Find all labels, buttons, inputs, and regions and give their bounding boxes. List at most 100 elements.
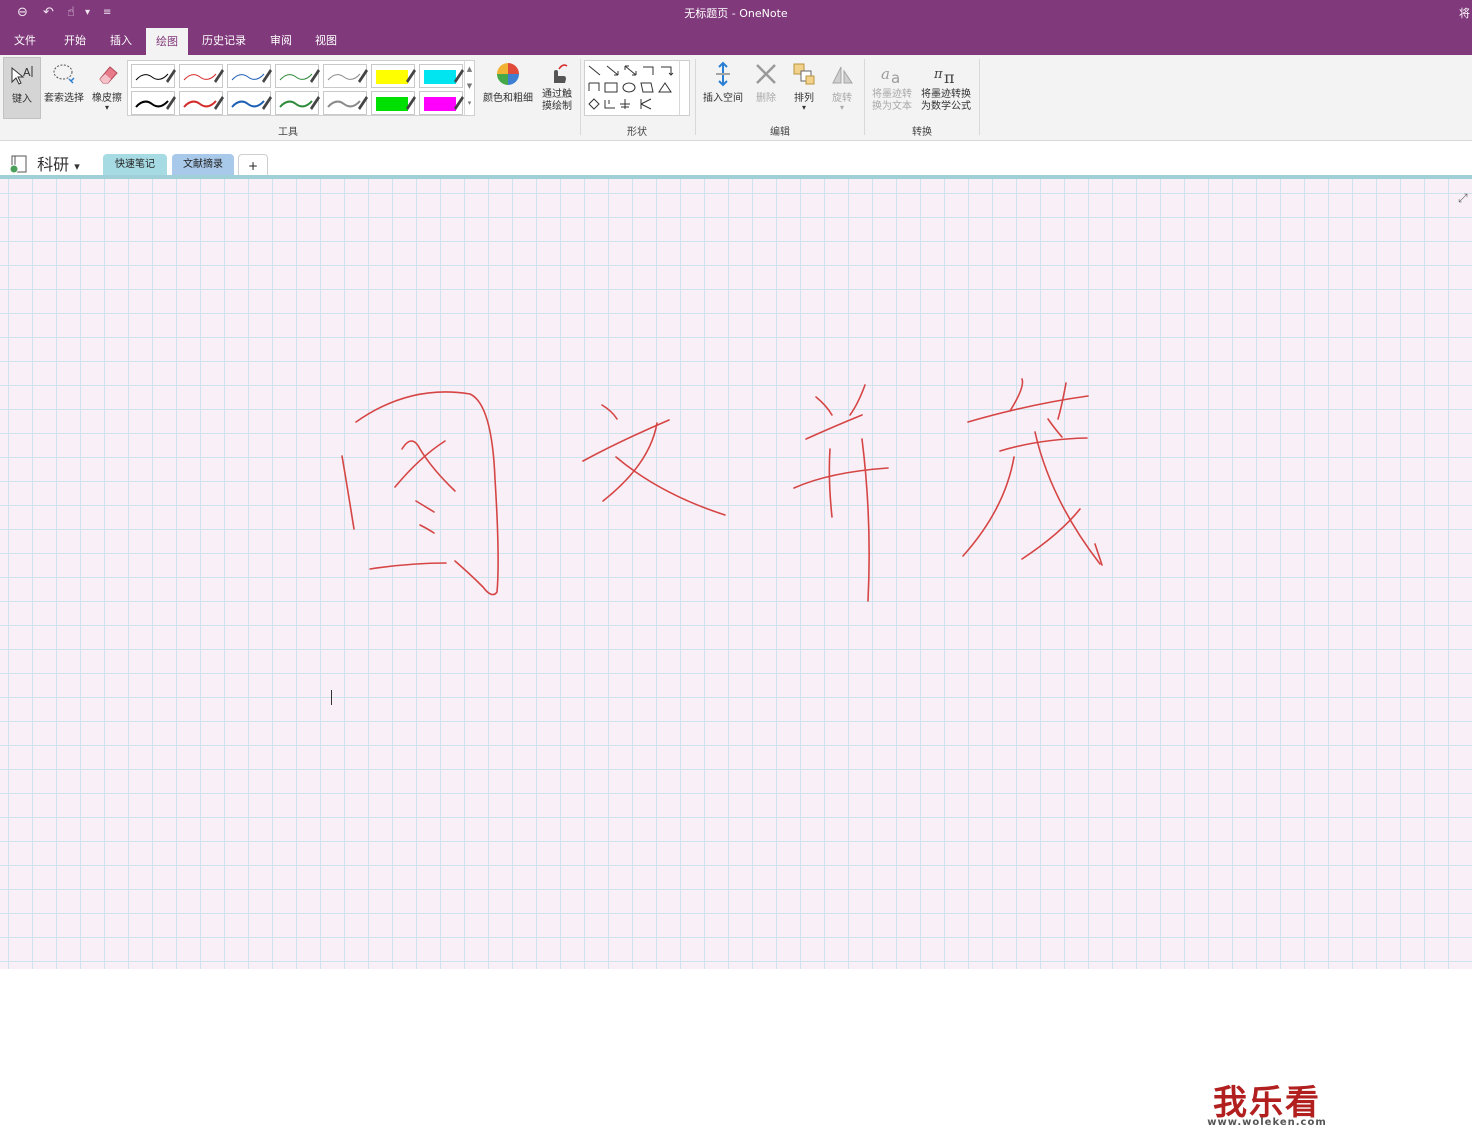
draw-with-touch-button[interactable]: 通过触 摸绘制 — [537, 57, 577, 119]
expand-page-icon[interactable]: ⤢ — [1458, 191, 1468, 206]
pen-gallery: ▲ ▼ ▾ — [127, 60, 475, 116]
ink-to-text-button[interactable]: a a 将墨迹转 换为文本 — [868, 57, 916, 119]
arrange-dropdown-icon[interactable]: ▾ — [786, 104, 822, 112]
notebook-icon — [9, 155, 27, 174]
eraser-icon — [99, 66, 118, 84]
delete-label: 删除 — [756, 93, 776, 104]
ribbon: A 键入 套索选择 橡皮擦 ▾ ▲ ▼ ▾ 颜色和粗细 通过触 摸绘制 工具 形… — [0, 55, 1472, 141]
ink-to-text-icon: a a — [881, 65, 900, 87]
ink-to-text-label-line2: 换为文本 — [872, 101, 912, 112]
insert-space-button[interactable]: 插入空间 — [699, 57, 747, 119]
arrange-button[interactable]: 排列 ▾ — [786, 57, 822, 119]
pen-stroke-icon — [135, 69, 176, 83]
window-title: 无标题页 - OneNote — [684, 7, 788, 20]
pen-stroke-icon — [231, 96, 272, 110]
pen-swatch[interactable] — [323, 64, 368, 88]
pen-stroke-icon — [376, 96, 416, 111]
pen-stroke-icon — [183, 69, 224, 83]
pen-swatch[interactable] — [227, 64, 272, 88]
delete-icon — [756, 64, 776, 84]
ink-to-math-label: 将墨迹转换 为数学公式 — [917, 89, 975, 113]
pen-swatch[interactable] — [419, 64, 464, 88]
pen-stroke-icon — [279, 96, 320, 110]
pen-swatch[interactable] — [179, 91, 224, 115]
notebook-bar: 科研 ▾ 快速笔记 文献摘录 + — [0, 142, 1472, 178]
color-thickness-button[interactable]: 颜色和粗细 — [479, 57, 537, 119]
pen-swatch[interactable] — [179, 64, 224, 88]
text-caret — [331, 690, 332, 705]
separator — [695, 59, 696, 135]
tab-file[interactable]: 文件 — [4, 28, 46, 55]
type-button[interactable]: A 键入 — [3, 57, 41, 119]
svg-text:a: a — [891, 69, 900, 87]
shapes-scroll[interactable] — [679, 61, 689, 115]
lasso-select-label: 套索选择 — [44, 93, 84, 104]
edit-group-label: 编辑 — [770, 127, 790, 138]
ink-to-math-button[interactable]: π π 将墨迹转换 为数学公式 — [917, 57, 975, 119]
insert-space-label: 插入空间 — [703, 93, 743, 104]
arrange-icon — [793, 63, 815, 85]
svg-text:π: π — [933, 67, 943, 82]
rotate-dropdown-icon[interactable]: ▾ — [825, 104, 859, 112]
pen-swatch[interactable] — [419, 91, 464, 115]
touch-draw-icon — [554, 64, 568, 83]
notebook-selector[interactable]: 科研 ▾ — [8, 151, 80, 175]
delete-button[interactable]: 删除 — [749, 57, 783, 119]
separator — [864, 59, 865, 135]
tab-history[interactable]: 历史记录 — [192, 28, 256, 55]
handwriting-ink[interactable] — [0, 179, 1472, 969]
draw-with-touch-label-line1: 通过触 — [542, 89, 572, 100]
pen-swatch[interactable] — [227, 91, 272, 115]
draw-with-touch-label-line2: 摸绘制 — [542, 101, 572, 112]
svg-text:π: π — [944, 68, 955, 87]
type-cursor-icon: A — [11, 66, 33, 85]
pen-stroke-icon — [135, 96, 176, 110]
pen-gallery-scroll[interactable]: ▲ ▼ ▾ — [464, 61, 474, 115]
eraser-dropdown-icon[interactable]: ▾ — [88, 104, 126, 112]
ink-to-text-label-line1: 将墨迹转 — [872, 89, 912, 100]
pen-swatch[interactable] — [275, 64, 320, 88]
insert-space-icon — [716, 61, 730, 87]
title-bar: ⊖ ↶ ☝ ▾ ≡ 无标题页 - OneNote 将 — [0, 0, 1472, 28]
shapes-group-label: 形状 — [627, 127, 647, 138]
ink-to-math-label-line1: 将墨迹转换 — [921, 89, 971, 100]
ink-to-math-icon: π π — [933, 67, 955, 87]
tools-group-label: 工具 — [278, 127, 298, 138]
eraser-button[interactable]: 橡皮擦 ▾ — [88, 57, 126, 119]
pen-stroke-icon — [424, 96, 464, 111]
notebook-name: 科研 — [37, 155, 70, 174]
lasso-select-button[interactable]: 套索选择 — [42, 57, 86, 119]
rotate-button[interactable]: 旋转 ▾ — [825, 57, 859, 119]
ink-to-math-label-line2: 为数学公式 — [921, 101, 971, 112]
user-name[interactable]: 将 — [1459, 5, 1470, 21]
tab-draw[interactable]: 绘图 — [146, 28, 188, 55]
notebook-dropdown-icon[interactable]: ▾ — [74, 160, 80, 173]
tab-review[interactable]: 审阅 — [260, 28, 302, 55]
separator — [979, 59, 980, 135]
pen-swatch[interactable] — [131, 64, 176, 88]
pen-swatch[interactable] — [323, 91, 368, 115]
color-wheel-icon — [497, 63, 519, 85]
pen-stroke-icon — [327, 69, 368, 83]
tab-home[interactable]: 开始 — [54, 28, 96, 55]
type-label: 键入 — [12, 94, 32, 105]
watermark: 我乐看 www.woleken.com — [1081, 1055, 1463, 1141]
pen-swatch[interactable] — [371, 64, 416, 88]
ribbon-tabs: 文件 开始 插入 绘图 历史记录 审阅 视图 — [0, 28, 1472, 55]
shapes-gallery[interactable] — [584, 60, 690, 116]
page-canvas[interactable]: ⤢ 我乐看 www.woleken.com — [0, 179, 1472, 1141]
svg-text:a: a — [881, 65, 890, 83]
tab-view[interactable]: 视图 — [305, 28, 347, 55]
separator — [580, 59, 581, 135]
shapes-icons — [588, 65, 674, 110]
tab-insert[interactable]: 插入 — [100, 28, 142, 55]
pen-swatch[interactable] — [131, 91, 176, 115]
ink-to-text-label: 将墨迹转 换为文本 — [868, 89, 916, 113]
pen-stroke-icon — [327, 96, 368, 110]
pen-stroke-icon — [183, 96, 224, 110]
pen-swatch[interactable] — [275, 91, 320, 115]
rotate-icon — [832, 66, 853, 84]
pen-swatch[interactable] — [371, 91, 416, 115]
lasso-icon — [53, 64, 75, 84]
svg-text:A: A — [23, 66, 31, 79]
